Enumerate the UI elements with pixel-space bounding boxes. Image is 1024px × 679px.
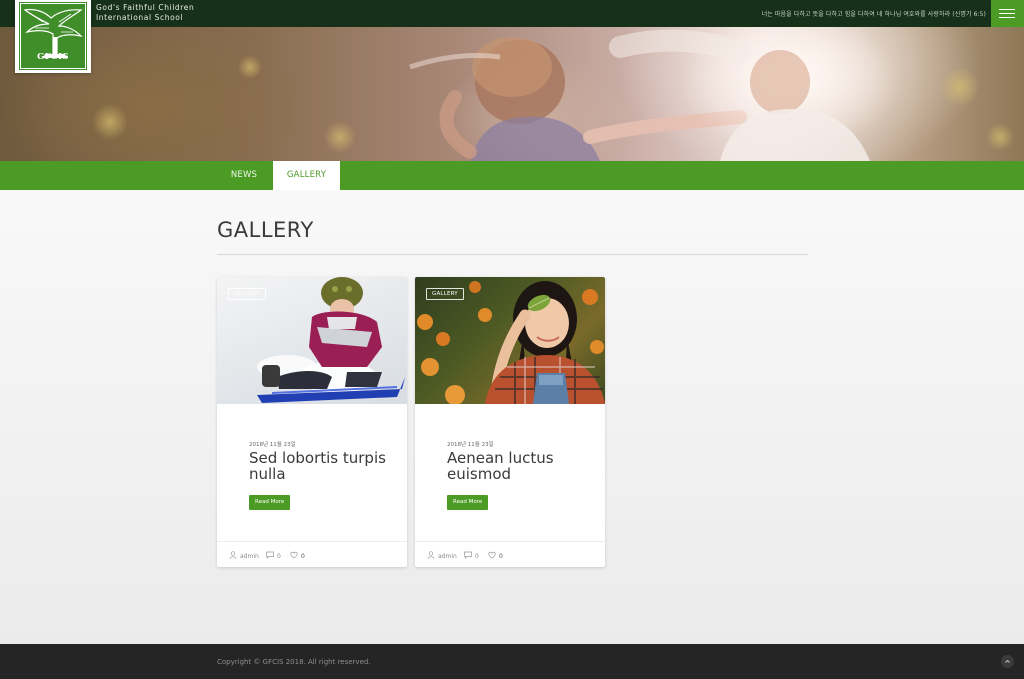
chevron-up-icon bbox=[1005, 659, 1010, 663]
post-likes[interactable]: 0 bbox=[488, 551, 503, 561]
post-thumbnail[interactable]: GALLERY bbox=[415, 277, 605, 404]
copyright-text: Copyright © GFCIS 2018. All right reserv… bbox=[217, 658, 371, 666]
school-name[interactable]: God's Faithful Children International Sc… bbox=[96, 3, 194, 23]
school-name-line1[interactable]: God's Faithful Children bbox=[96, 3, 194, 13]
comment-icon bbox=[464, 551, 472, 559]
site-footer: Copyright © GFCIS 2018. All right reserv… bbox=[0, 644, 1024, 679]
post-thumbnail[interactable]: GALLERY bbox=[217, 277, 407, 404]
comment-icon bbox=[266, 551, 274, 559]
heart-icon bbox=[488, 551, 496, 559]
post-comments[interactable]: 0 bbox=[464, 551, 479, 561]
tab-gallery[interactable]: GALLERY bbox=[273, 161, 340, 190]
title-divider bbox=[217, 254, 808, 255]
post-comment-count: 0 bbox=[475, 553, 479, 560]
site-logo[interactable]: GFCIS bbox=[15, 0, 91, 73]
read-more-button[interactable]: Read More bbox=[249, 495, 291, 510]
post-author-name[interactable]: admin bbox=[240, 553, 259, 560]
back-to-top-button[interactable] bbox=[1001, 655, 1014, 668]
post-card[interactable]: GALLERY 2018년 11월 23일 Sed lobortis turpi… bbox=[217, 277, 407, 567]
hamburger-menu-icon-bar-top bbox=[999, 9, 1015, 10]
category-tab-bar: NEWS GALLERY bbox=[0, 161, 1024, 190]
post-likes[interactable]: 0 bbox=[290, 551, 305, 561]
hero-banner-image bbox=[0, 27, 1024, 161]
tab-news[interactable]: NEWS bbox=[218, 161, 270, 190]
post-title[interactable]: Aenean luctus euismod bbox=[447, 450, 587, 482]
post-like-count: 0 bbox=[499, 553, 503, 560]
logo-text: GFCIS bbox=[37, 52, 69, 62]
post-card[interactable]: GALLERY 2018년 11월 23일 Aenean luctus euis… bbox=[415, 277, 605, 567]
post-title[interactable]: Sed lobortis turpis nulla bbox=[249, 450, 389, 482]
logo-emblem: GFCIS bbox=[20, 3, 86, 69]
category-tag[interactable]: GALLERY bbox=[426, 288, 464, 300]
post-comments[interactable]: 0 bbox=[266, 551, 281, 561]
user-icon bbox=[427, 551, 435, 559]
hamburger-menu-button[interactable] bbox=[991, 0, 1024, 27]
post-date: 2018년 11월 23일 bbox=[447, 442, 494, 448]
hamburger-menu-icon-bar-bottom bbox=[999, 17, 1015, 18]
post-meta: admin 0 0 bbox=[415, 541, 605, 567]
user-icon bbox=[229, 551, 237, 559]
post-author[interactable]: admin bbox=[427, 551, 457, 561]
top-bar: God's Faithful Children International Sc… bbox=[0, 0, 1024, 27]
page-title: GALLERY bbox=[217, 218, 314, 242]
post-comment-count: 0 bbox=[277, 553, 281, 560]
post-meta: admin 0 0 bbox=[217, 541, 407, 567]
read-more-button[interactable]: Read More bbox=[447, 495, 489, 510]
children-playing-photo bbox=[26, 27, 1014, 161]
school-name-line2[interactable]: International School bbox=[96, 13, 194, 23]
post-like-count: 0 bbox=[301, 553, 305, 560]
post-author[interactable]: admin bbox=[229, 551, 259, 561]
bible-verse: 너는 마음을 다하고 뜻을 다하고 힘을 다하여 네 하나님 여호와를 사랑하라… bbox=[761, 11, 986, 18]
post-author-name[interactable]: admin bbox=[438, 553, 457, 560]
post-date: 2018년 11월 23일 bbox=[249, 442, 296, 448]
heart-icon bbox=[290, 551, 298, 559]
hamburger-menu-icon-bar-middle bbox=[999, 13, 1015, 14]
category-tag[interactable]: GALLERY bbox=[228, 288, 266, 300]
